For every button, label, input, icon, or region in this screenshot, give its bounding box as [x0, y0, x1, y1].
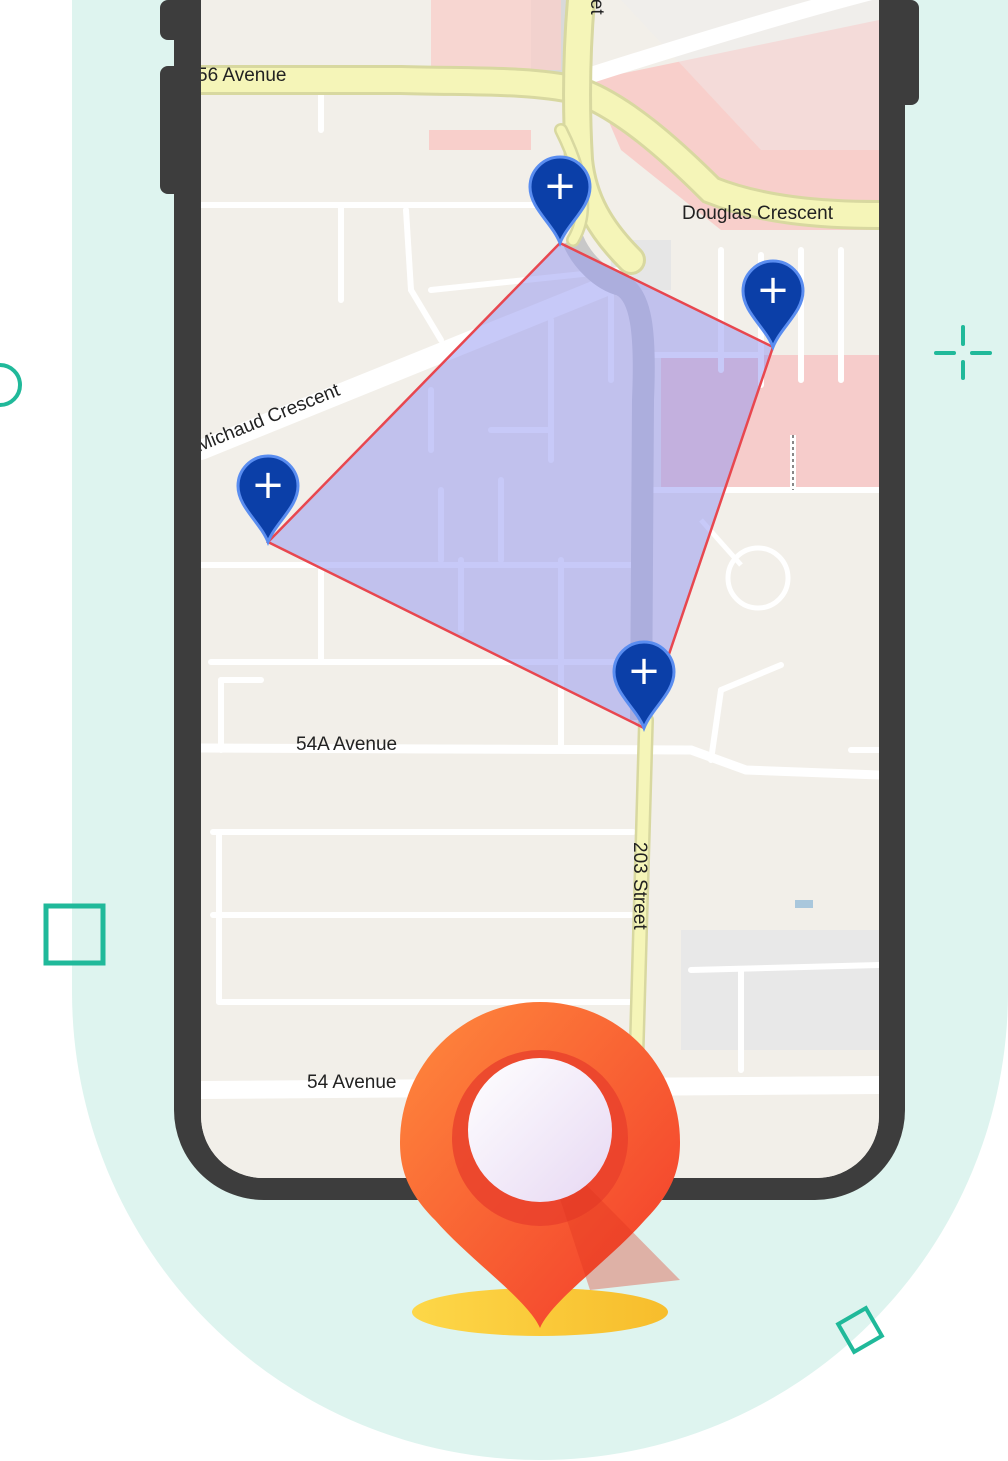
road-label-54a-avenue: 54A Avenue	[296, 734, 397, 755]
road-label-54-avenue: 54 Avenue	[307, 1072, 396, 1093]
circle-outline-icon	[0, 363, 22, 407]
sparkle-icon	[934, 325, 992, 380]
road-label-203-street: 203 Street	[629, 842, 650, 930]
road-label-douglas-crescent: Douglas Crescent	[682, 203, 834, 224]
diamond-outline-icon	[835, 1305, 885, 1355]
location-pin-icon	[400, 1002, 680, 1336]
road-label-street-top: Street	[586, 0, 607, 15]
plus-icon: +	[543, 163, 577, 209]
plus-icon: +	[251, 462, 285, 508]
plus-icon: +	[756, 267, 790, 313]
road-label-56-avenue: 56 Avenue	[201, 65, 286, 86]
square-outline-icon	[43, 903, 106, 966]
plus-icon: +	[627, 648, 661, 694]
